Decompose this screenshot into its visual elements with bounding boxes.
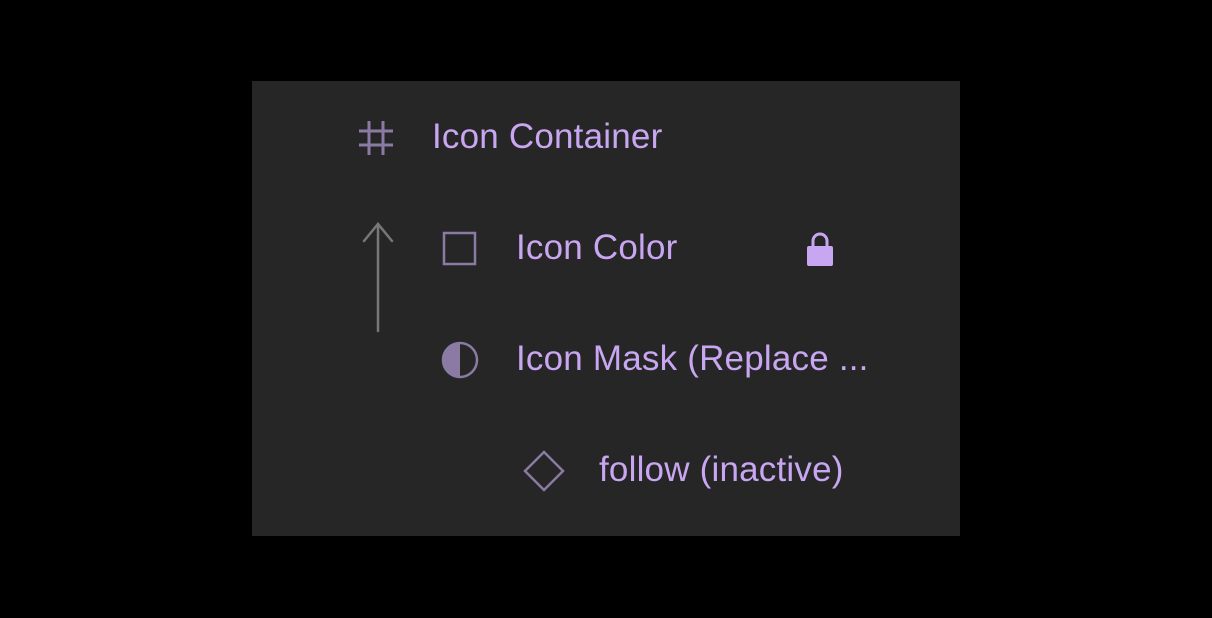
mask-arrow-icon: [362, 222, 394, 333]
lock-icon[interactable]: [803, 230, 837, 268]
layer-row-follow-inactive[interactable]: follow (inactive): [520, 445, 920, 495]
layer-row-icon-mask[interactable]: Icon Mask (Replace ...: [436, 334, 936, 384]
rectangle-icon: [442, 231, 477, 266]
component-instance-icon: [523, 450, 565, 492]
layer-label: Icon Container: [432, 117, 663, 156]
layer-label: Icon Color: [516, 228, 678, 267]
frame-icon: [359, 121, 393, 155]
mask-icon: [441, 341, 479, 379]
layer-row-icon-container[interactable]: Icon Container: [352, 112, 912, 162]
layer-row-icon-color[interactable]: Icon Color: [436, 223, 856, 273]
layer-label: Icon Mask (Replace ...: [516, 339, 869, 378]
layer-label: follow (inactive): [599, 450, 844, 489]
layers-panel: Icon Container Icon Color Icon Mask (Rep…: [252, 81, 960, 536]
